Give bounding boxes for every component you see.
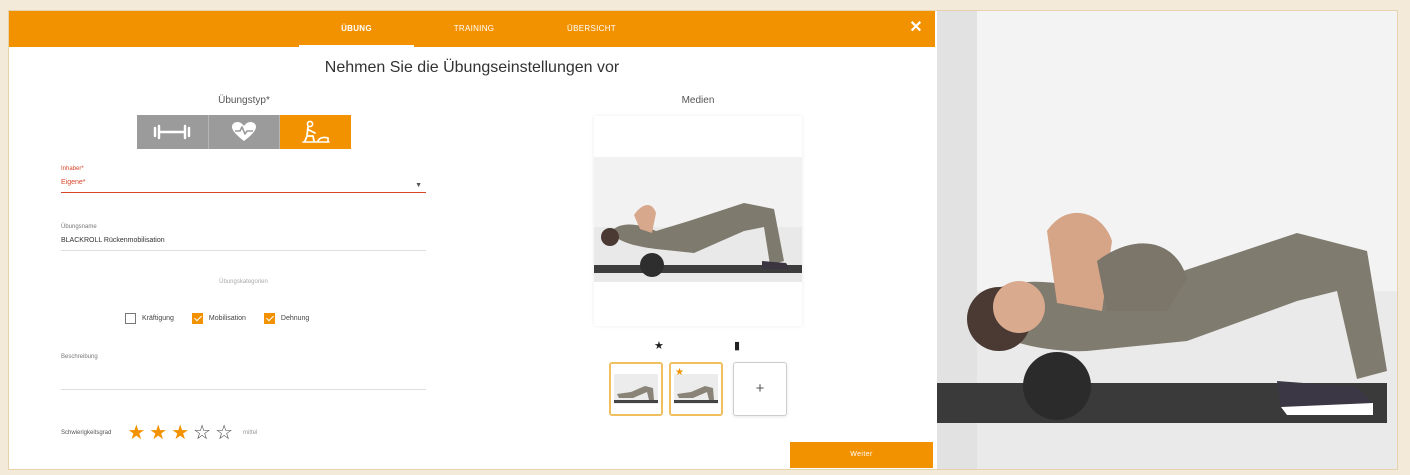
checkbox-strengthening[interactable]	[125, 313, 136, 324]
checkbox-stretching[interactable]	[263, 313, 275, 324]
tab-exercise[interactable]: Übung	[299, 11, 414, 47]
star-4-icon[interactable]: ☆	[193, 423, 211, 443]
star-icon[interactable]: ★	[654, 339, 664, 352]
exercise-editor-window: Übung Training Übersicht ✕ Nehmen Sie di…	[8, 10, 1398, 470]
type-strength-button[interactable]	[137, 115, 208, 149]
difficulty-rating: Schwierigkeitsgrad ★ ★ ★ ☆ ☆ mittel	[61, 423, 257, 443]
difficulty-label: Schwierigkeitsgrad	[61, 430, 112, 436]
owner-select[interactable]: Inhaber* Eigene* ▼	[61, 166, 426, 193]
heart-rate-icon	[232, 122, 256, 141]
star-5-icon[interactable]: ☆	[215, 423, 233, 443]
tab-training[interactable]: Training	[424, 11, 524, 47]
exercise-type-label: Übungstyp*	[218, 95, 270, 106]
exercise-name-label: Übungsname	[61, 224, 97, 230]
categories-label: Übungskategorien	[219, 279, 268, 285]
type-cardio-button[interactable]	[207, 115, 280, 149]
description-input[interactable]: Beschreibung	[61, 354, 426, 390]
exercise-photo	[594, 157, 802, 282]
owner-label: Inhaber*	[61, 166, 84, 172]
dumbbell-icon	[154, 124, 191, 140]
trash-icon[interactable]: ▮	[734, 339, 740, 352]
stretching-icon	[301, 120, 330, 143]
description-underline	[61, 389, 426, 390]
categories-checkboxes: Kräftigung Mobilisation Dehnung	[125, 313, 321, 324]
thumbnail-2-image: ★	[671, 364, 721, 414]
chevron-down-icon: ▼	[415, 182, 422, 189]
exercise-type-selector	[137, 115, 352, 149]
description-value	[61, 367, 426, 383]
exercise-name-underline	[61, 250, 426, 251]
description-label: Beschreibung	[61, 354, 98, 360]
top-navigation-bar: Übung Training Übersicht ✕	[9, 11, 935, 47]
tab-overview[interactable]: Übersicht	[534, 11, 649, 47]
checkbox-mobilization[interactable]	[191, 313, 203, 324]
next-button[interactable]: Weiter	[790, 442, 933, 468]
owner-underline	[61, 192, 426, 193]
favorite-star-icon: ★	[675, 367, 684, 378]
exercise-large-photo	[937, 11, 1397, 469]
type-stretching-button[interactable]	[279, 115, 352, 149]
thumbnail-1-image	[611, 364, 661, 414]
media-thumbnail-1[interactable]	[609, 362, 663, 416]
media-preview	[594, 116, 802, 326]
checkbox-mobilization-label: Mobilisation	[208, 315, 246, 322]
difficulty-text: mittel	[243, 430, 258, 436]
checkbox-strengthening-label: Kräftigung	[142, 315, 174, 322]
add-media-button[interactable]: +	[733, 362, 787, 416]
media-label: Medien	[681, 95, 715, 106]
media-thumbnail-2[interactable]: ★	[669, 362, 723, 416]
checkbox-stretching-label: Dehnung	[280, 315, 310, 322]
star-2-icon[interactable]: ★	[149, 423, 167, 443]
close-icon[interactable]: ✕	[907, 19, 925, 37]
owner-value: Eigene*	[61, 179, 86, 186]
page-title: Nehmen Sie die Übungseinstellungen vor	[324, 59, 620, 76]
exercise-name-value: BLACKROLL Rückenmobilisation	[61, 237, 165, 244]
exercise-name-input[interactable]: Übungsname BLACKROLL Rückenmobilisation	[61, 224, 426, 251]
star-3-icon[interactable]: ★	[171, 423, 189, 443]
star-1-icon[interactable]: ★	[127, 423, 145, 443]
